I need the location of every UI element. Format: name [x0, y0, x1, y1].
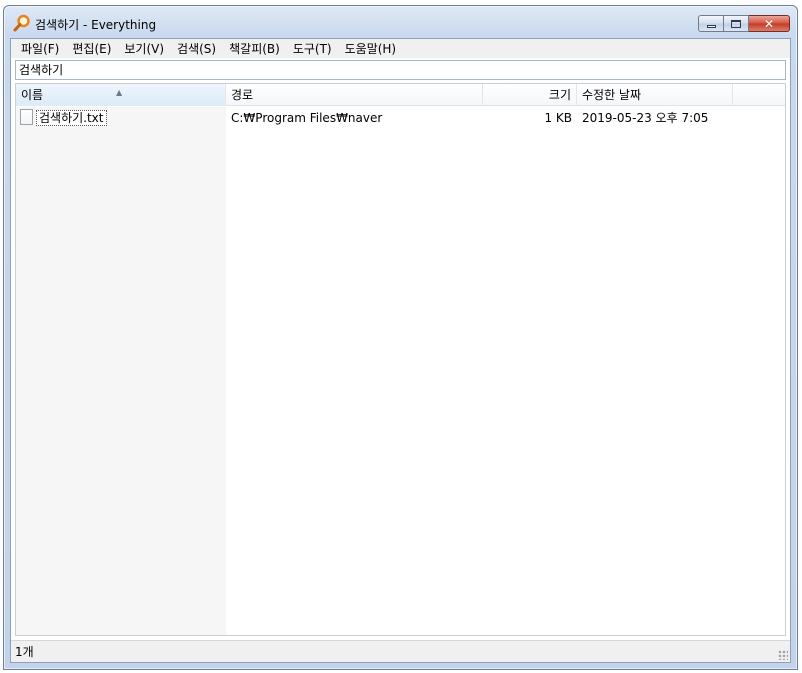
row-name-cell[interactable]: 검색하기.txt [20, 108, 225, 128]
row-path-cell: C:₩Program Files₩naver [231, 111, 383, 125]
title-bar[interactable]: 검색하기 - Everything ✕ [4, 6, 797, 38]
sort-ascending-icon: ▲ [116, 88, 123, 97]
menu-search[interactable]: 검색(S) [171, 40, 223, 58]
column-header-name[interactable]: 이름 ▲ [16, 84, 226, 106]
menu-help[interactable]: 도움말(H) [339, 40, 404, 58]
menu-tools[interactable]: 도구(T) [287, 40, 339, 58]
app-window: 검색하기 - Everything ✕ 파일(F) 편집(E) 보기(V) 검색… [3, 5, 798, 670]
close-button[interactable]: ✕ [749, 15, 790, 32]
search-input[interactable]: 검색하기 [15, 60, 786, 80]
status-bar: 1개 [11, 640, 790, 662]
close-icon: ✕ [763, 16, 775, 31]
maximize-button[interactable] [724, 15, 749, 32]
magnifier-icon [13, 14, 30, 32]
minimize-icon [706, 24, 716, 28]
resize-grip-icon[interactable] [778, 650, 788, 660]
column-header: 이름 ▲ 경로 크기 수정한 날짜 [16, 84, 785, 106]
menu-bar: 파일(F) 편집(E) 보기(V) 검색(S) 책갈피(B) 도구(T) 도움말… [11, 39, 790, 58]
client-area: 파일(F) 편집(E) 보기(V) 검색(S) 책갈피(B) 도구(T) 도움말… [10, 38, 791, 663]
column-header-path[interactable]: 경로 [226, 84, 483, 106]
text-file-icon [20, 109, 33, 125]
window-controls: ✕ [698, 15, 790, 32]
menu-view[interactable]: 보기(V) [118, 40, 171, 58]
column-header-size[interactable]: 크기 [483, 84, 577, 106]
window-title: 검색하기 - Everything [35, 18, 157, 32]
menu-bookmarks[interactable]: 책갈피(B) [223, 40, 287, 58]
column-header-name-label: 이름 [21, 88, 44, 102]
name-column-background [16, 107, 226, 635]
menu-file[interactable]: 파일(F) [15, 40, 66, 58]
row-date-cell: 2019-05-23 오후 7:05 [582, 111, 709, 125]
row-size-cell: 1 KB [544, 111, 572, 125]
column-header-date[interactable]: 수정한 날짜 [577, 84, 733, 106]
results-list[interactable]: 이름 ▲ 경로 크기 수정한 날짜 검색하기.txt C:₩Program Fi… [15, 83, 786, 636]
maximize-icon [731, 19, 741, 28]
result-count: 1개 [15, 645, 34, 659]
row-file-name: 검색하기.txt [36, 110, 107, 126]
table-row[interactable]: 검색하기.txt C:₩Program Files₩naver 1 KB 201… [16, 108, 785, 128]
minimize-button[interactable] [698, 15, 724, 32]
menu-edit[interactable]: 편집(E) [66, 40, 118, 58]
